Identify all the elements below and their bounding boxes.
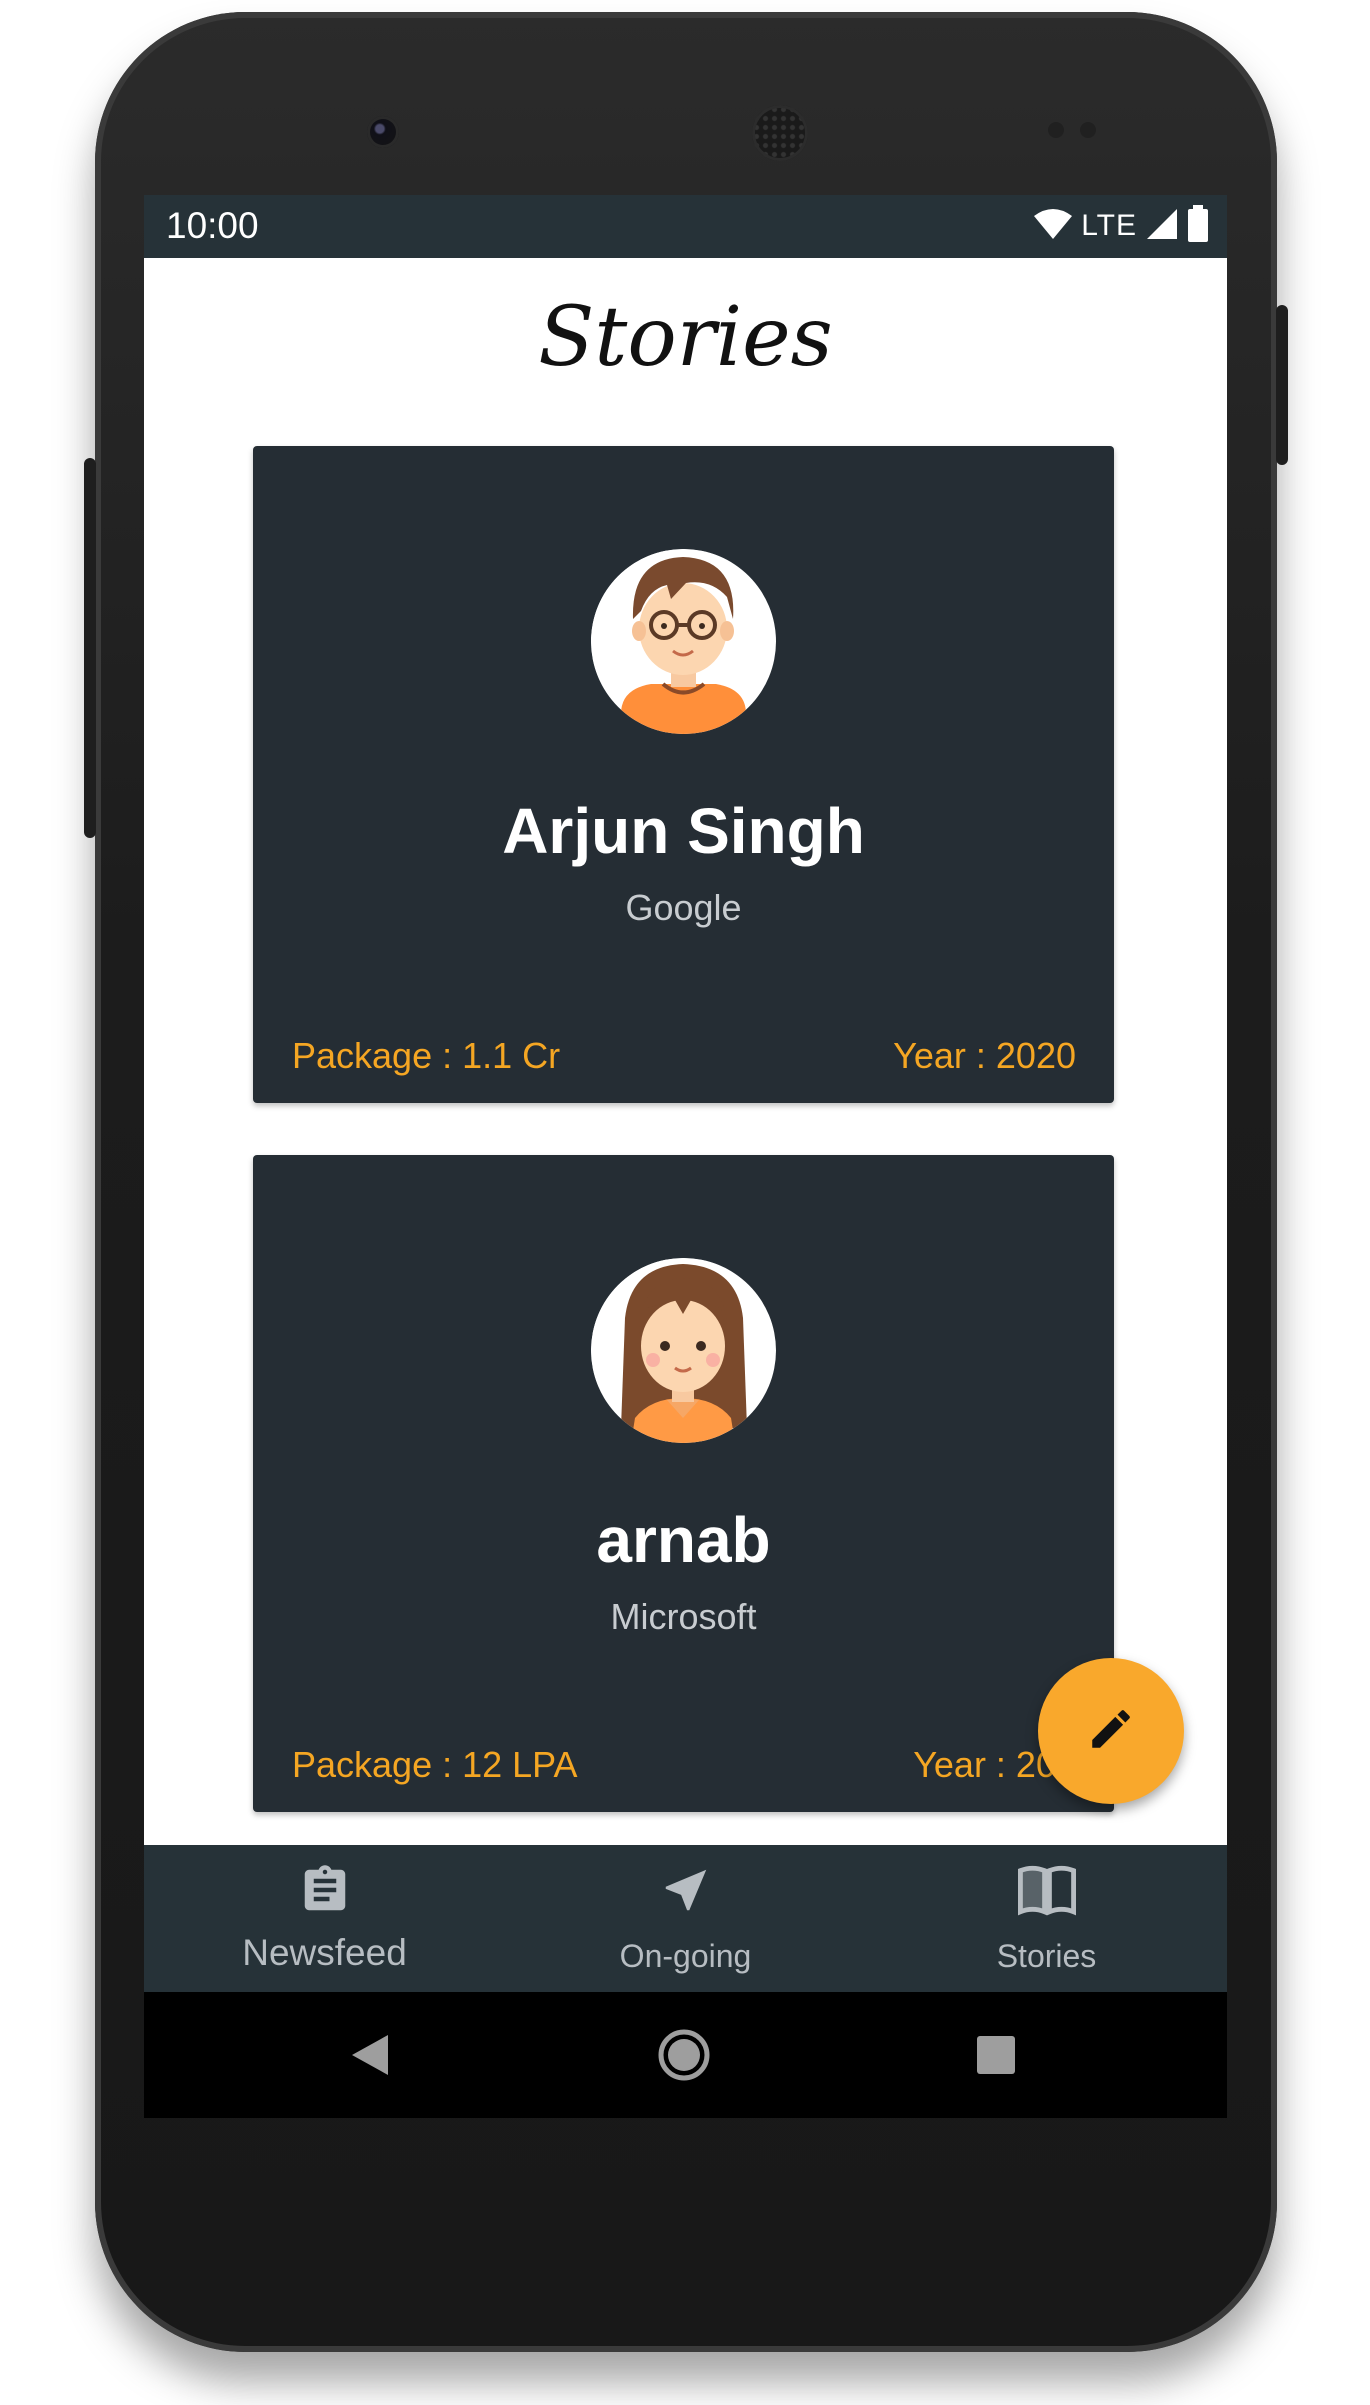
year-label: Year : 2020 xyxy=(893,1035,1076,1076)
volume-button xyxy=(84,458,96,838)
student-name: Arjun Singh xyxy=(502,795,865,867)
nav-label-stories: Stories xyxy=(996,1938,1097,1974)
boy-avatar-icon xyxy=(591,549,776,734)
clipboard-icon xyxy=(144,1863,505,1917)
recents-button[interactable] xyxy=(956,2015,1036,2095)
package-label: Package : 1.1 Cr xyxy=(292,1035,561,1076)
student-name: arnab xyxy=(596,1504,771,1576)
bottom-navigation: Newsfeed On-going Stories xyxy=(144,1845,1227,1992)
navigation-arrow-icon xyxy=(505,1863,866,1917)
status-time: 10:00 xyxy=(166,205,259,246)
nav-item-newsfeed[interactable]: Newsfeed xyxy=(144,1845,505,1992)
network-type: LTE xyxy=(1081,209,1137,242)
company-name: Google xyxy=(625,887,742,928)
package-label: Package : 12 LPA xyxy=(292,1744,578,1785)
nav-item-stories[interactable]: Stories xyxy=(866,1845,1227,1992)
back-button[interactable] xyxy=(330,2015,410,2095)
page-title: Stories xyxy=(538,290,833,385)
girl-avatar-icon xyxy=(591,1258,776,1443)
edit-fab-button[interactable] xyxy=(1038,1658,1184,1804)
book-icon xyxy=(866,1863,1227,1917)
signal-icon xyxy=(1145,207,1179,246)
front-camera xyxy=(367,116,399,148)
status-bar: 10:00 LTE xyxy=(144,195,1227,258)
status-icons: LTE xyxy=(1033,204,1209,248)
nav-item-on-going[interactable]: On-going xyxy=(505,1845,866,1992)
story-card[interactable]: Arjun Singh Google Package : 1.1 Cr Year… xyxy=(253,446,1114,1103)
light-sensor xyxy=(1080,122,1096,138)
phone-screen: 10:00 LTE Stories Arjun Singh Google Pac… xyxy=(144,195,1227,2118)
earpiece-speaker xyxy=(752,105,808,161)
home-button[interactable] xyxy=(644,2015,724,2095)
proximity-sensor xyxy=(1048,122,1064,138)
nav-label-on-going: On-going xyxy=(619,1938,752,1974)
story-card[interactable]: arnab Microsoft Package : 12 LPA Year : … xyxy=(253,1155,1114,1812)
power-button xyxy=(1276,305,1288,465)
pencil-icon xyxy=(1086,1704,1136,1759)
wifi-icon xyxy=(1033,208,1073,245)
battery-icon xyxy=(1187,204,1209,248)
system-navigation-bar xyxy=(144,1992,1227,2118)
nav-label-newsfeed: Newsfeed xyxy=(242,1932,407,1973)
company-name: Microsoft xyxy=(610,1596,757,1637)
